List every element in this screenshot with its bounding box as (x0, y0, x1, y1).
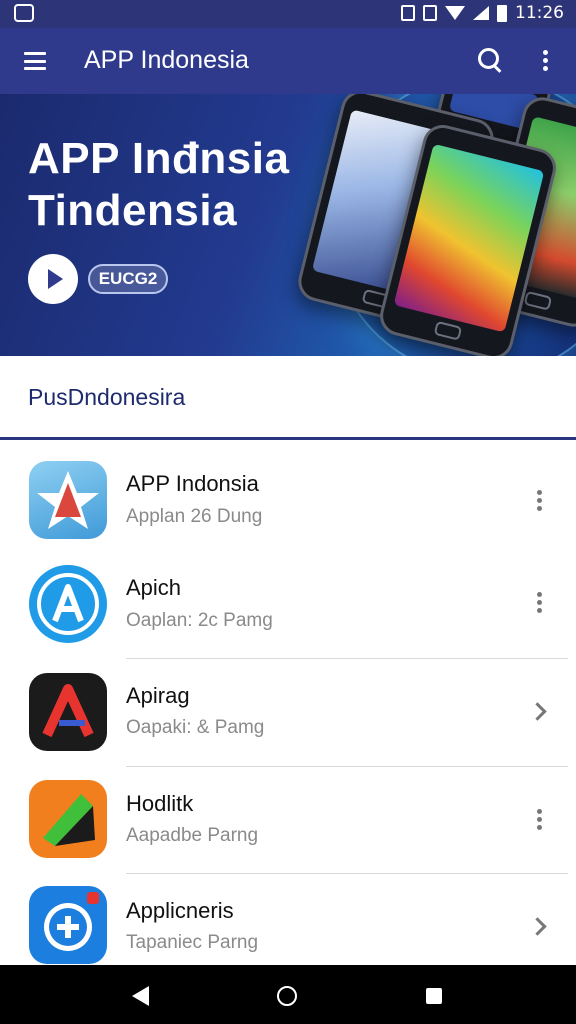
battery-icon (497, 4, 507, 22)
status-time: 11:26 (515, 3, 564, 23)
chevron-right-icon[interactable] (528, 702, 547, 721)
nfc-icon (423, 5, 437, 21)
chevron-right-icon[interactable] (528, 917, 547, 936)
wifi-icon (445, 6, 465, 20)
app-name: APP Indonsia (126, 471, 259, 496)
status-bar: 11:26 (0, 0, 576, 28)
app-name: Apich (126, 575, 182, 600)
app-title: APP Indonesia (84, 46, 249, 74)
back-icon[interactable] (132, 986, 149, 1006)
recent-apps-icon[interactable] (426, 988, 442, 1004)
app-name: Hodlitk (126, 791, 194, 816)
hero-title-line2: Tindensia (28, 186, 238, 235)
app-name: Applicneris (126, 898, 234, 923)
hamburger-menu-icon[interactable] (24, 52, 46, 70)
play-button[interactable] (28, 254, 78, 304)
hero-banner[interactable]: APP Inđnsia Tindensia EUCG2 (0, 94, 576, 356)
plus-app-icon (29, 886, 107, 964)
section-title: PusDndonesira (28, 384, 186, 410)
overflow-menu-icon[interactable] (543, 50, 549, 72)
item-more-icon[interactable] (537, 490, 543, 512)
list-item[interactable]: APP Indonsia Applan 26 Dung (0, 440, 576, 547)
green-arrow-app-icon (29, 780, 107, 858)
list-item[interactable]: Apirag Oapaki: & Pamg (0, 659, 576, 766)
app-name: Apirag (126, 683, 190, 708)
app-subtitle: Aapadbe Parng (126, 825, 259, 846)
home-icon[interactable] (277, 986, 297, 1006)
blue-a-app-icon (29, 565, 107, 643)
item-more-icon[interactable] (537, 592, 543, 614)
notification-icon (14, 4, 34, 22)
app-subtitle: Applan 26 Dung (126, 506, 263, 527)
app-bar: APP Indonesia (0, 28, 576, 94)
hero-title-line1: APP Inđnsia (28, 134, 290, 183)
app-subtitle: Tapaniec Parng (126, 932, 259, 953)
star-a-app-icon (29, 461, 107, 539)
search-icon[interactable] (478, 48, 502, 73)
app-subtitle: Oapaki: & Pamg (126, 717, 265, 738)
hero-pill-button[interactable]: EUCG2 (88, 264, 168, 294)
list-item[interactable]: Hodlitk Aapadbe Parng (0, 767, 576, 874)
section-header: PusDndonesira (0, 356, 576, 438)
navigation-bar (0, 965, 576, 1024)
app-list: APP Indonsia Applan 26 Dung Apich Oaplan… (0, 440, 576, 965)
list-item[interactable]: Applicneris Tapaniec Parng (0, 874, 576, 965)
item-more-icon[interactable] (537, 809, 543, 831)
signal-icon (473, 6, 489, 20)
app-subtitle: Oaplan: 2c Pamg (126, 610, 273, 631)
vibrate-icon (401, 5, 415, 21)
status-icons: 11:26 (401, 3, 564, 23)
list-item[interactable]: Apich Oaplan: 2c Pamg (0, 547, 576, 654)
red-a-app-icon (29, 673, 107, 751)
